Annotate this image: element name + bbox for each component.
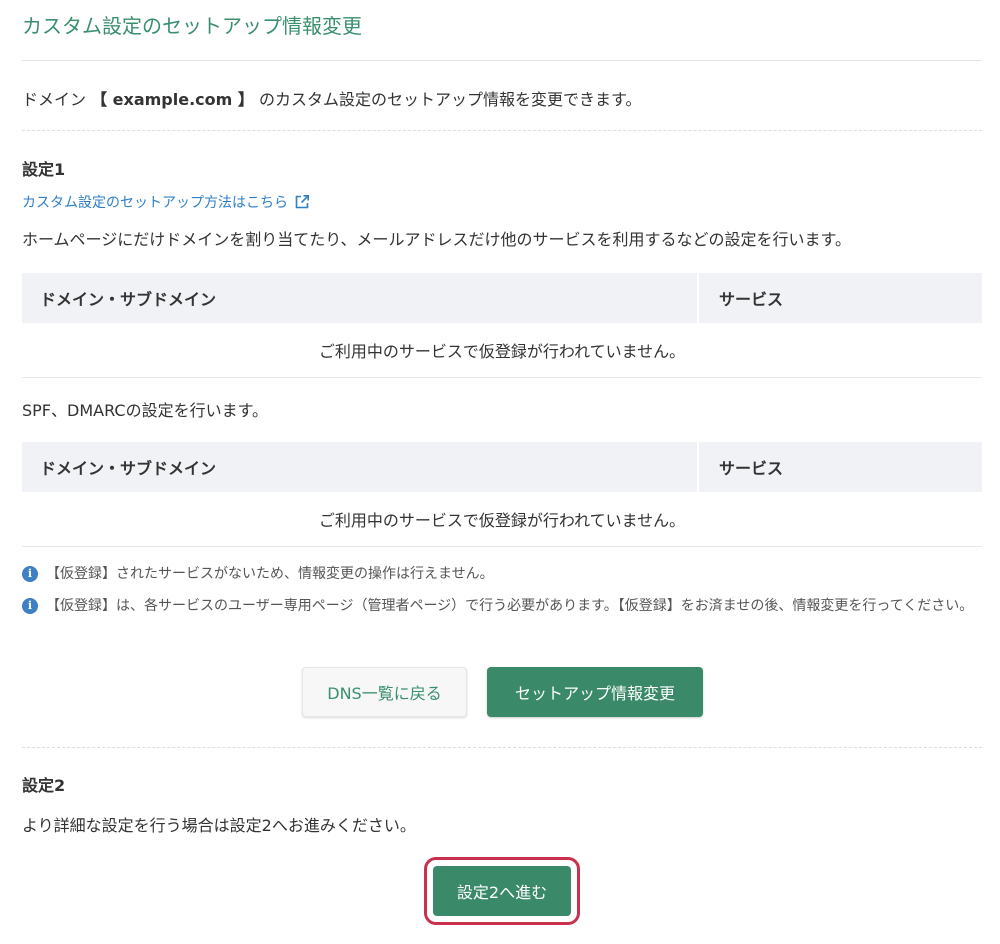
notice-text: 【仮登録】されたサービスがないため、情報変更の操作は行えません。 <box>46 566 494 582</box>
intro-suffix: のカスタム設定のセットアップ情報を変更できます。 <box>253 90 642 109</box>
info-icon: i <box>22 598 38 614</box>
section2-description: より詳細な設定を行う場合は設定2へお進みください。 <box>22 816 416 835</box>
section-divider <box>22 130 982 131</box>
notice-text: 【仮登録】は、各サービスのユーザー専用ページ（管理者ページ）で行う必要があります… <box>46 598 974 614</box>
change-setup-info-button[interactable]: セットアップ情報変更 <box>487 667 703 717</box>
section-divider <box>22 747 982 748</box>
column-header-service: サービス <box>697 273 982 323</box>
setup-help-link[interactable]: カスタム設定のセットアップ方法はこちら <box>22 192 310 212</box>
page-title: カスタム設定のセットアップ情報変更 <box>22 14 362 38</box>
table-row: ご利用中のサービスで仮登録が行われていません。 <box>22 492 982 547</box>
section1-description: ホームページにだけドメインを割り当てたり、メールアドレスだけ他のサービスを利用す… <box>22 230 851 249</box>
proceed-to-setting2-button[interactable]: 設定2へ進む <box>433 866 571 916</box>
spf-table: ドメイン・サブドメイン サービス ご利用中のサービスで仮登録が行われていません。 <box>22 442 982 547</box>
empty-message: ご利用中のサービスで仮登録が行われていません。 <box>22 323 982 378</box>
empty-message: ご利用中のサービスで仮登録が行われていません。 <box>22 492 982 547</box>
intro-text: ドメイン 【 example.com 】 のカスタム設定のセットアップ情報を変更… <box>22 86 641 110</box>
spf-description: SPF、DMARCの設定を行います。 <box>22 401 268 420</box>
info-icon: i <box>22 566 38 582</box>
domain-table: ドメイン・サブドメイン サービス ご利用中のサービスで仮登録が行われていません。 <box>22 273 982 378</box>
back-to-dns-list-button[interactable]: DNS一覧に戻る <box>302 667 467 717</box>
column-header-domain: ドメイン・サブドメイン <box>22 273 698 323</box>
section1-heading: 設定1 <box>22 160 66 179</box>
column-header-service: サービス <box>697 442 982 492</box>
external-link-icon[interactable] <box>294 194 310 210</box>
intro-domain: 【 example.com 】 <box>91 90 254 109</box>
title-divider <box>22 60 982 61</box>
section2-heading: 設定2 <box>22 776 66 795</box>
notice-item: i 【仮登録】されたサービスがないため、情報変更の操作は行えません。 <box>22 564 980 584</box>
table-row: ご利用中のサービスで仮登録が行われていません。 <box>22 323 982 378</box>
intro-prefix: ドメイン <box>22 90 92 109</box>
table-header-row: ドメイン・サブドメイン サービス <box>22 442 982 492</box>
setup-help-link-label[interactable]: カスタム設定のセットアップ方法はこちら <box>22 192 288 212</box>
notice-item: i 【仮登録】は、各サービスのユーザー専用ページ（管理者ページ）で行う必要があり… <box>22 596 980 616</box>
table-header-row: ドメイン・サブドメイン サービス <box>22 273 982 323</box>
column-header-domain: ドメイン・サブドメイン <box>22 442 698 492</box>
